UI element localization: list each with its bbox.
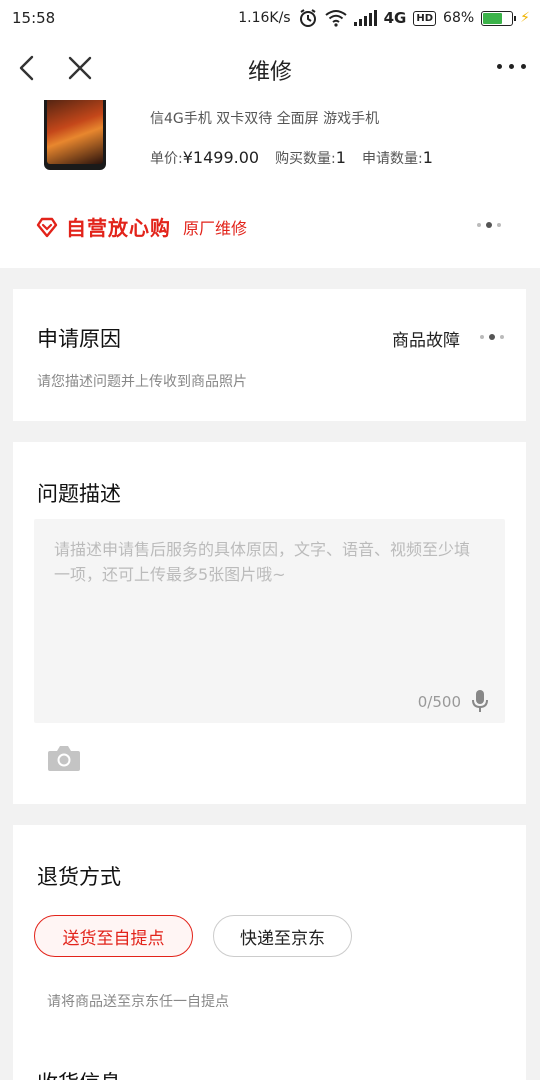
status-bar: 15:58 1.16K/s 4G HD 68% ⚡	[0, 0, 540, 36]
char-counter: 0/500	[417, 693, 461, 711]
unit-price: 单价:¥1499.00	[150, 148, 260, 167]
battery-percent: 68%	[443, 10, 475, 26]
wifi-icon	[324, 10, 347, 27]
description-title: 问题描述	[37, 482, 121, 506]
status-icons: 1.16K/s 4G HD 68% ⚡	[238, 8, 530, 28]
apply-reason-card[interactable]: 申请原因 商品故障 请您描述问题并上传收到商品照片	[13, 289, 526, 421]
heart-diamond-icon	[36, 217, 58, 237]
description-placeholder: 请描述申请售后服务的具体原因，文字、语音、视频至少填一项，还可上传最多5张图片哦…	[54, 540, 471, 584]
product-summary: 信4G手机 双卡双待 全面屏 游戏手机 单价:¥1499.00 购买数量:1 申…	[0, 100, 540, 268]
page-title: 维修	[247, 60, 292, 85]
signal-icon	[353, 10, 377, 26]
battery-icon	[481, 10, 517, 26]
return-method-card: 退货方式 送货至自提点 快递至京东 请将商品送至京东任一自提点 收货信息	[13, 825, 526, 1080]
option-self-pickup-button[interactable]: 送货至自提点	[34, 915, 193, 957]
status-time: 15:58	[12, 9, 56, 27]
product-image	[44, 100, 106, 170]
buy-quantity: 购买数量:1	[275, 148, 346, 167]
badge-subtext: 原厂维修	[183, 218, 248, 238]
network-speed: 1.16K/s	[238, 10, 291, 26]
apply-quantity: 申请数量:1	[361, 148, 433, 167]
charging-icon: ⚡	[520, 10, 530, 26]
hd-icon: HD	[413, 10, 437, 26]
alarm-icon	[299, 9, 316, 27]
camera-icon[interactable]	[47, 744, 81, 772]
badge-text: 自营放心购	[66, 216, 171, 240]
description-textarea[interactable]: 请描述申请售后服务的具体原因，文字、语音、视频至少填一项，还可上传最多5张图片哦…	[34, 519, 505, 723]
reason-value[interactable]: 商品故障	[392, 326, 460, 351]
reason-more-icon[interactable]	[480, 334, 504, 340]
microphone-icon[interactable]	[471, 689, 489, 713]
nav-bar: 维修	[0, 36, 540, 100]
network-type: 4G	[383, 9, 407, 27]
more-icon[interactable]	[497, 64, 526, 69]
reason-hint: 请您描述问题并上传收到商品照片	[37, 374, 247, 390]
next-section-title: 收货信息	[37, 1067, 121, 1080]
self-operated-badge: 自营放心购 原厂维修	[36, 212, 247, 241]
return-method-title: 退货方式	[37, 865, 121, 889]
problem-description-card: 问题描述 请描述申请售后服务的具体原因，文字、语音、视频至少填一项，还可上传最多…	[13, 442, 526, 804]
product-name: 信4G手机 双卡双待 全面屏 游戏手机	[150, 111, 380, 127]
product-meta: 单价:¥1499.00 购买数量:1 申请数量:1	[150, 148, 433, 168]
badge-more-icon[interactable]	[477, 222, 501, 228]
return-method-hint: 请将商品送至京东任一自提点	[47, 994, 229, 1010]
reason-title: 申请原因	[37, 327, 121, 351]
option-express-button[interactable]: 快递至京东	[213, 915, 352, 957]
